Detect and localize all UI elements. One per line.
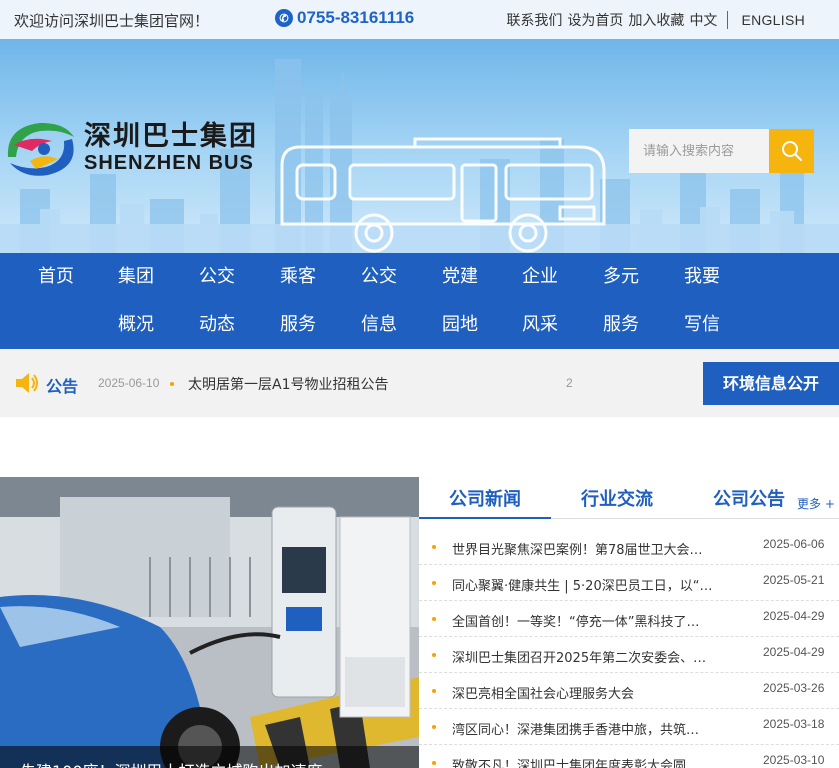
search-icon [781,141,802,161]
nav-label-line1: 乘客 [280,266,316,287]
nav-label-line2: 动态 [199,314,235,335]
announcement-link[interactable]: 太明居第一层A1号物业招租公告 [188,374,388,394]
top-links: 联系我们 设为首页 加入收藏 中文 ENGLISH [501,10,805,30]
link-chinese[interactable]: 中文 [689,10,717,30]
bullet-dot [432,725,436,729]
nav-label-line2: 信息 [361,314,397,335]
nav-label-line1: 我要 [684,266,720,287]
news-item[interactable]: 全国首创！一等奖！“停充一体”黑科技了… 2025-04-29 [419,601,839,637]
news-title[interactable]: 同心聚翼·健康共生 | 5·20深巴员工日，以“… [452,575,728,594]
charging-station-photo [0,477,419,768]
announcement-label: 公告 [46,377,79,396]
news-date: 2025-03-26 [763,681,825,695]
bullet-dot [432,581,436,585]
logo-english-name: SHENZHEN BUS [84,152,254,174]
nav-label-line2: 服务 [280,314,316,335]
nav-label-line1: 公交 [199,266,235,287]
divider [727,11,729,29]
brand-logo[interactable]: 深圳巴士集团 SHENZHEN BUS [0,117,258,179]
nav-label-line2: 风采 [522,314,558,335]
news-tabs: 公司新闻 行业交流 公司公告 更多 + [419,477,839,519]
announcement-bar: 公告 2025-06-10 太明居第一层A1号物业招租公告 2 环境信息公开 [0,349,839,417]
news-date: 2025-04-29 [763,645,825,659]
phone-icon: ✆ [275,9,293,27]
search-box [629,129,814,173]
logo-mark [7,122,75,176]
environment-info-button[interactable]: 环境信息公开 [703,362,839,405]
photo-caption-text: 先建100座！深圳巴士打造立城购出加速度 [20,758,323,768]
news-title[interactable]: 致敬不凡！深圳巴士集团年度表彰大会圆… [452,755,728,768]
news-item[interactable]: 同心聚翼·健康共生 | 5·20深巴员工日，以“… 2025-05-21 [419,565,839,601]
nav-label-line2: 园地 [442,314,478,335]
news-item[interactable]: 深圳巴士集团召开2025年第二次安委会、… 2025-04-29 [419,637,839,673]
nav-label-line1: 集团 [118,266,154,287]
news-item[interactable]: 世界目光聚焦深巴案例！第78届世卫大会… 2025-06-06 [419,529,839,565]
main-nav: 首页 集团 概况 公交 动态 乘客 服务 公交 信息 党建 园地 企业 风采 多… [0,253,839,349]
news-date: 2025-06-06 [763,537,825,551]
nav-label-line1: 公交 [361,266,397,287]
active-tab-indicator [419,517,551,519]
announcement-next-date: 2 [566,376,573,390]
nav-label-line1: 党建 [442,266,478,287]
news-title[interactable]: 全国首创！一等奖！“停充一体”黑科技了… [452,611,728,630]
tab-industry-exchange[interactable]: 行业交流 [581,485,653,511]
search-input[interactable] [629,129,769,173]
link-english[interactable]: ENGLISH [741,12,805,28]
nav-label-line1: 企业 [522,266,558,287]
bullet-dot [432,545,436,549]
news-item[interactable]: 深巴亮相全国社会心理服务大会 2025-03-26 [419,673,839,709]
bullet-dot [432,689,436,693]
hotline-number: 0755-83161116 [297,8,415,27]
nav-label-line2: 服务 [603,314,639,335]
news-list: 世界目光聚焦深巴案例！第78届世卫大会… 2025-06-06 同心聚翼·健康共… [419,529,839,768]
news-title[interactable]: 世界目光聚焦深巴案例！第78届世卫大会… [452,539,728,558]
top-bar: 欢迎访问深圳巴士集团官网！ ✆ 0755-83161116 联系我们 设为首页 … [0,0,839,39]
tab-company-news[interactable]: 公司新闻 [449,485,521,511]
tab-company-notices[interactable]: 公司公告 [713,485,785,511]
news-panel: 公司新闻 行业交流 公司公告 更多 + 世界目光聚焦深巴案例！第78届世卫大会…… [419,477,839,768]
featured-news-photo[interactable]: 先建100座！深圳巴士打造立城购出加速度 [0,477,419,768]
hero-banner: 深圳巴士集团 SHENZHEN BUS [0,39,839,253]
nav-label-line1: 多元 [603,266,639,287]
nav-label-line1: 首页 [38,266,74,287]
bullet-dot [432,653,436,657]
logo-chinese-name: 深圳巴士集团 [84,121,258,152]
nav-label-line2: 概况 [118,314,154,335]
news-item[interactable]: 致敬不凡！深圳巴士集团年度表彰大会圆… 2025-03-10 [419,745,839,768]
link-set-homepage[interactable]: 设为首页 [567,10,623,30]
news-date: 2025-03-18 [763,717,825,731]
link-contact-us[interactable]: 联系我们 [506,10,562,30]
nav-label-line2: 写信 [684,314,720,335]
news-title[interactable]: 湾区同心！深港集团携手香港中旅，共筑… [452,719,728,738]
news-date: 2025-04-29 [763,609,825,623]
news-item[interactable]: 湾区同心！深港集团携手香港中旅，共筑… 2025-03-18 [419,709,839,745]
more-link[interactable]: 更多 + [797,495,835,512]
news-title[interactable]: 深圳巴士集团召开2025年第二次安委会、… [452,647,728,666]
news-title[interactable]: 深巴亮相全国社会心理服务大会 [452,683,728,702]
search-button[interactable] [769,129,814,173]
bullet-dot [432,617,436,621]
speaker-icon [16,373,38,393]
welcome-text: 欢迎访问深圳巴士集团官网！ [14,12,210,30]
announcement-date: 2025-06-10 [98,376,160,390]
bullet-dot [432,761,436,765]
bullet-dot [170,382,174,386]
news-date: 2025-05-21 [763,573,825,587]
news-date: 2025-03-10 [763,753,825,767]
photo-caption: 先建100座！深圳巴士打造立城购出加速度 [0,746,419,768]
hotline: ✆ 0755-83161116 [275,8,414,28]
link-add-favorite[interactable]: 加入收藏 [628,10,684,30]
